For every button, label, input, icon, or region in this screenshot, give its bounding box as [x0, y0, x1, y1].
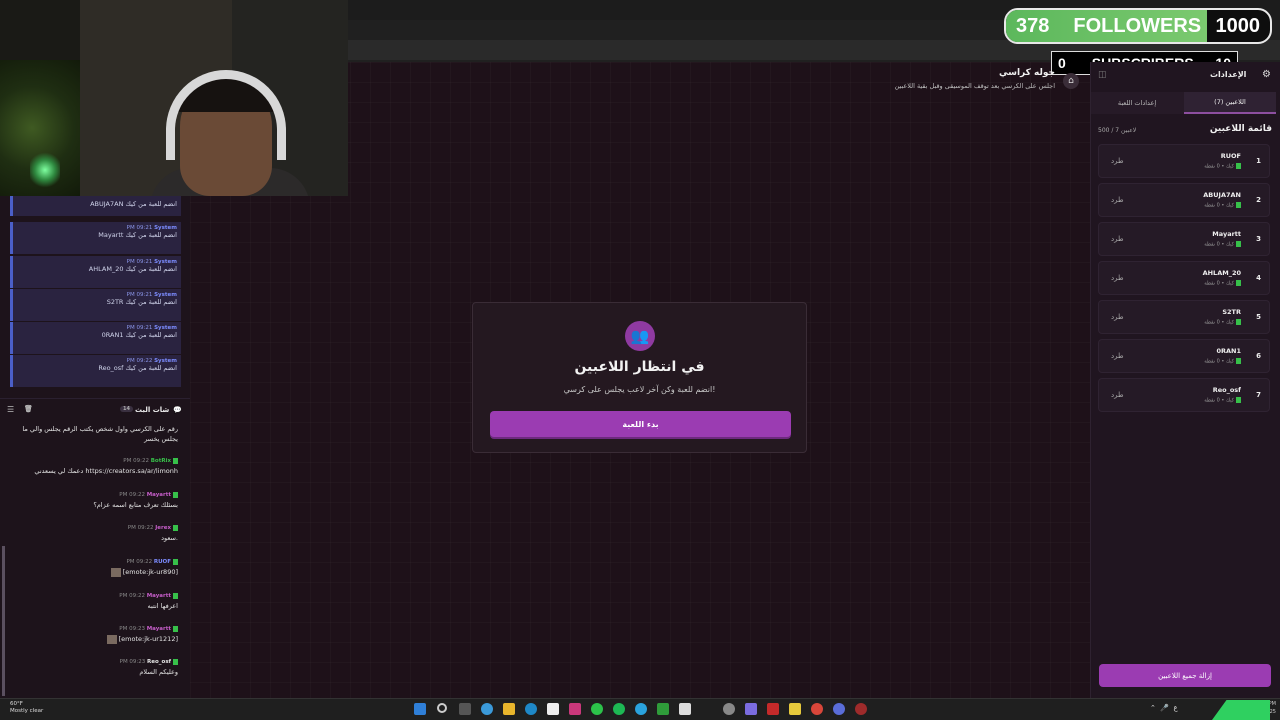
player-row: 6 0RAN1 كيك • 0 نقطة طرد: [1098, 339, 1270, 373]
chat-message: PM 09:22 Mayartt بسئلك تعرف متابع اسمه ع…: [93, 491, 178, 509]
players-count: 500 / 7 لاعبين: [1098, 127, 1137, 134]
store-icon[interactable]: [547, 703, 559, 715]
panel-toggle-icon[interactable]: ◫: [1098, 70, 1107, 80]
home-icon[interactable]: ⌂: [1063, 73, 1079, 89]
player-row: 2 ABUJA7AN كيك • 0 نقطة طرد: [1098, 183, 1270, 217]
system-message: ABUJA7AN انضم للعبة من كيك: [10, 196, 181, 216]
chat-message: PM 09:23 Reo_osf وعليكم السلام: [119, 658, 178, 676]
system-message: PM 09:21 System Mayartt انضم للعبة من كي…: [10, 222, 181, 254]
search-icon[interactable]: [437, 703, 447, 713]
chat-message: PM 09:22 RUOF [emote:jk-ur890]: [12, 557, 178, 577]
game-subtitle: اجلس على الكرسي بعد توقف الموسيقى وقبل ب…: [894, 82, 1055, 90]
chat-message: PM 09:22 BotRix دعمك لي يسعدني https://c…: [34, 457, 178, 475]
emote-image: [110, 567, 121, 577]
player-row: 1 RUOF كيك • 0 نقطة طرد: [1098, 144, 1270, 178]
chat-scrollbar[interactable]: [2, 546, 5, 696]
edge-icon[interactable]: [525, 703, 537, 715]
emote-image: [106, 634, 117, 644]
kick-button[interactable]: طرد: [1111, 313, 1124, 321]
system-message: PM 09:22 System Reo_osf انضم للعبة من كي…: [10, 355, 181, 387]
telegram-icon[interactable]: [635, 703, 647, 715]
chrome-icon[interactable]: [811, 703, 823, 715]
chat-icon: 💬: [173, 405, 182, 414]
kick-button[interactable]: طرد: [1111, 235, 1124, 243]
kick-button[interactable]: طرد: [1111, 391, 1124, 399]
followers-label: FOLLOWERS: [1073, 14, 1202, 37]
kick-button[interactable]: طرد: [1111, 157, 1124, 165]
players-list-title: قائمة اللاعبين: [1209, 124, 1272, 134]
subscribers-count: 0: [1058, 55, 1066, 71]
whatsapp-icon[interactable]: [591, 703, 603, 715]
followers-goal-bar: 378 FOLLOWERS 1000: [1004, 8, 1272, 44]
settings-title: الإعدادات: [1210, 70, 1247, 79]
webcam-feed: [0, 0, 348, 196]
kick-button[interactable]: طرد: [1111, 196, 1124, 204]
player-row: 5 S2TR كيك • 0 نقطة طرد: [1098, 300, 1270, 334]
settings-tabs: إعدادات اللعبة اللاعبين (7): [1091, 92, 1276, 114]
players-icon: 👥: [625, 321, 655, 351]
start-game-button[interactable]: بدء اللعبة: [490, 411, 791, 437]
chat-count-badge: 14: [120, 406, 133, 412]
menu-icon[interactable]: ☰: [7, 405, 14, 414]
system-message: PM 09:21 System S2TR انضم للعبة من كيك: [10, 289, 181, 321]
battlenet-icon[interactable]: [745, 703, 757, 715]
instagram-icon[interactable]: [569, 703, 581, 715]
waiting-card: 👥 في انتظار اللاعبين انضم للعبة وكن آخر …: [472, 302, 807, 453]
taskbar: 60°F Mostly clear ⌃ 🎤 ع 9:23 PM 12/11/20…: [0, 698, 1280, 720]
chat-message: PM 09:22 Jerex سعود.: [127, 524, 178, 542]
remove-all-players-button[interactable]: إزالة جميع اللاعبين: [1099, 664, 1271, 687]
trash-icon[interactable]: 🗑: [24, 405, 33, 413]
followers-goal: 1000: [1215, 14, 1261, 37]
system-message: PM 09:21 System 0RAN1 انضم للعبة من كيك: [10, 322, 181, 354]
gear-icon: ⚙: [1262, 69, 1271, 80]
app-icon[interactable]: [855, 703, 867, 715]
tab-game-settings[interactable]: إعدادات اللعبة: [1091, 92, 1183, 114]
tab-players[interactable]: اللاعبين (7): [1184, 92, 1276, 114]
player-row: 7 Reo_osf كيك • 0 نقطة طرد: [1098, 378, 1270, 412]
discord-icon[interactable]: [833, 703, 845, 715]
x-icon[interactable]: [679, 703, 691, 715]
kick-button[interactable]: طرد: [1111, 274, 1124, 282]
spotify-icon[interactable]: [613, 703, 625, 715]
chat-header: ☰ 🗑 14 شات البث 💬: [0, 398, 190, 420]
xbox-icon[interactable]: [657, 703, 669, 715]
player-row: 3 Mayartt كيك • 0 نقطة طرد: [1098, 222, 1270, 256]
system-tray[interactable]: ⌃ 🎤 ع: [1150, 704, 1178, 712]
chat-message: PM 09:23 Mayartt [emote:jk-ur1212]: [12, 624, 178, 644]
obs-icon[interactable]: [723, 703, 735, 715]
chat-message: PM 09:22 Mayartt اعرفها انتبه: [119, 592, 178, 610]
followers-count: 378: [1016, 14, 1050, 37]
chat-title: شات البث: [135, 405, 170, 414]
screen: 378 FOLLOWERS 1000 0 SUBSCRIBERS 10 ABUJ…: [0, 0, 1280, 720]
chat-message: رقم على الكرسي واول شخص يكتب الرقم يجلس …: [22, 425, 178, 443]
waiting-subtitle: انضم للعبة وكن آخر لاعب يجلس على كرسي!: [563, 385, 716, 394]
player-row: 4 AHLAM_20 كيك • 0 نقطة طرد: [1098, 261, 1270, 295]
game-title: جوله كراسي: [999, 68, 1055, 78]
task-view-icon[interactable]: [459, 703, 471, 715]
system-message: PM 09:21 System AHLAM_20 انضم للعبة من ك…: [10, 256, 181, 288]
media-icon[interactable]: [767, 703, 779, 715]
notes-icon[interactable]: [789, 703, 801, 715]
waiting-title: في انتظار اللاعبين: [574, 359, 705, 375]
copilot-icon[interactable]: [481, 703, 493, 715]
file-explorer-icon[interactable]: [503, 703, 515, 715]
weather-widget[interactable]: 60°F Mostly clear: [10, 701, 43, 715]
kick-button[interactable]: طرد: [1111, 352, 1124, 360]
start-icon[interactable]: [414, 703, 426, 715]
